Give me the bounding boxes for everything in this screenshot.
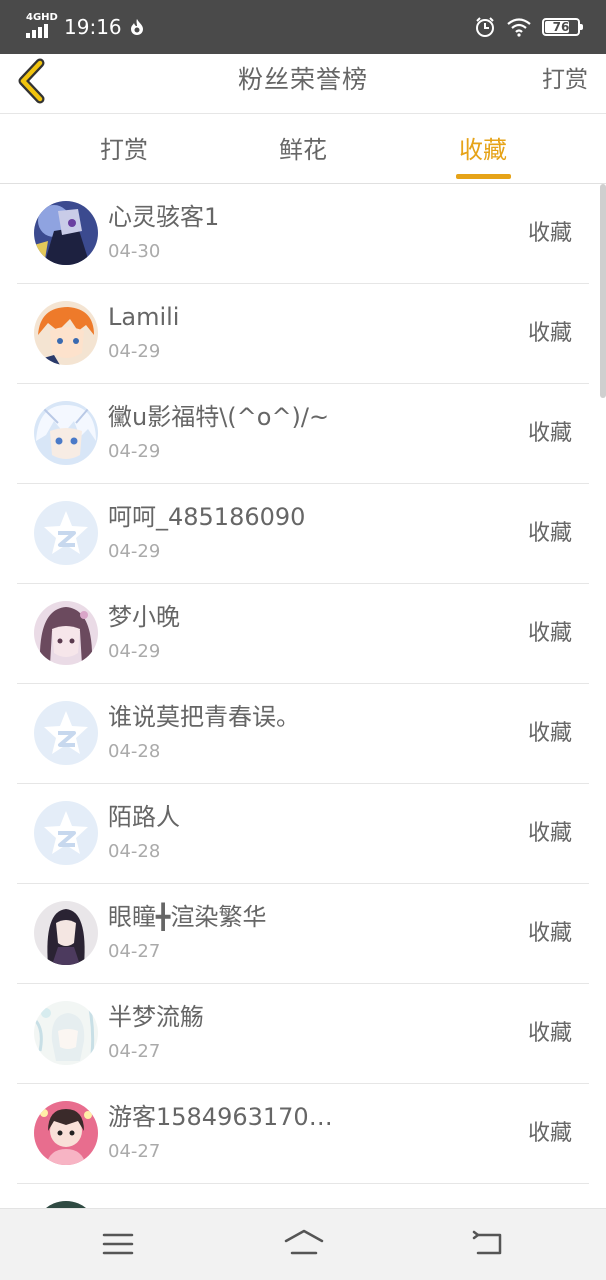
tab-bar: 打赏 鲜花 收藏 — [0, 114, 606, 184]
default-star-avatar[interactable] — [34, 801, 98, 865]
fan-date: 04-29 — [108, 441, 161, 462]
signal-icon: 4GHD — [26, 12, 58, 40]
pink-girl-avatar[interactable] — [34, 1101, 98, 1165]
fan-action: 收藏 — [527, 821, 572, 846]
list-item[interactable]: 半梦流觞 04-27 收藏 — [17, 984, 589, 1084]
fan-date: 04-29 — [108, 341, 161, 362]
list-item[interactable]: Lamili 04-29 收藏 — [17, 284, 589, 384]
list-item[interactable]: 呵呵_485186090 04-29 收藏 — [17, 484, 589, 584]
fan-date: 04-28 — [108, 841, 161, 862]
list-item[interactable]: 游客1584963170… 04-27 收藏 — [17, 1084, 589, 1184]
reward-button[interactable]: 打赏 — [542, 54, 588, 106]
status-time: 19:16 — [64, 15, 122, 39]
list-item[interactable]: 心灵骇客1 04-30 收藏 — [17, 184, 589, 284]
default-star-avatar[interactable] — [34, 701, 98, 765]
nav-bar: 粉丝荣誉榜 打赏 — [0, 54, 606, 114]
anime-orange-hair-avatar[interactable] — [34, 301, 98, 365]
pale-sketch-avatar[interactable] — [34, 1001, 98, 1065]
fan-date: 04-27 — [108, 1141, 161, 1162]
tab-active-indicator — [456, 174, 511, 179]
fan-list[interactable]: 心灵骇客1 04-30 收藏 Lamili 04-29 收藏 黴u影福特\(^o… — [0, 184, 606, 1208]
list-item[interactable] — [17, 1184, 589, 1208]
fan-action: 收藏 — [527, 1021, 572, 1046]
fan-action: 收藏 — [527, 721, 572, 746]
list-item[interactable]: 梦小晚 04-29 收藏 — [17, 584, 589, 684]
fan-name: 梦小晚 — [108, 603, 180, 631]
wifi-icon — [507, 18, 531, 37]
fan-name: 半梦流觞 — [108, 1003, 204, 1031]
fan-action: 收藏 — [527, 921, 572, 946]
fan-name: 黴u影福特\(^o^)/~ — [108, 403, 330, 431]
menu-icon[interactable] — [100, 1227, 136, 1261]
list-item[interactable]: 陌路人 04-28 收藏 — [17, 784, 589, 884]
fan-name: 心灵骇客1 — [108, 203, 220, 231]
fan-name: 游客1584963170… — [108, 1103, 333, 1131]
fan-name: 眼瞳╋渲染繁华 — [108, 903, 267, 931]
list-scrollbar[interactable] — [600, 184, 606, 398]
fan-date: 04-27 — [108, 1041, 161, 1062]
network-type: 4GHD — [26, 12, 58, 23]
fan-action: 收藏 — [527, 1121, 572, 1146]
anime-girl-avatar[interactable] — [34, 601, 98, 665]
status-bar: 4GHD 19:16 76 — [0, 0, 606, 54]
list-item[interactable]: 眼瞳╋渲染繁华 04-27 收藏 — [17, 884, 589, 984]
tab-flowers[interactable]: 鲜花 — [269, 114, 337, 184]
fan-name: Lamili — [108, 303, 180, 331]
fan-action: 收藏 — [527, 621, 572, 646]
system-nav-bar — [0, 1208, 606, 1280]
back-icon[interactable] — [470, 1227, 506, 1261]
status-left: 4GHD 19:16 — [26, 12, 144, 42]
fan-action: 收藏 — [527, 521, 572, 546]
fan-name: 呵呵_485186090 — [108, 503, 306, 531]
fan-action: 收藏 — [527, 321, 572, 346]
page-title: 粉丝荣誉榜 — [237, 65, 368, 94]
fan-action: 收藏 — [527, 421, 572, 446]
fan-date: 04-28 — [108, 741, 161, 762]
fan-date: 04-29 — [108, 541, 161, 562]
battery-icon: 76 — [542, 18, 583, 36]
anime-white-hair-avatar[interactable] — [34, 401, 98, 465]
partial-avatar[interactable] — [34, 1201, 98, 1208]
flame-icon — [130, 19, 143, 35]
home-icon[interactable] — [283, 1227, 325, 1261]
anime-robot-avatar[interactable] — [34, 201, 98, 265]
list-item[interactable]: 黴u影福特\(^o^)/~ 04-29 收藏 — [17, 384, 589, 484]
fan-name: 谁说莫把青春误。 — [108, 703, 300, 731]
fan-name: 陌路人 — [108, 803, 180, 831]
list-item[interactable]: 谁说莫把青春误。 04-28 收藏 — [17, 684, 589, 784]
fan-date: 04-29 — [108, 641, 161, 662]
status-right: 76 — [474, 12, 583, 42]
alarm-icon — [476, 17, 494, 37]
default-star-avatar[interactable] — [34, 501, 98, 565]
dark-hair-girl-avatar[interactable] — [34, 901, 98, 965]
fan-date: 04-30 — [108, 241, 161, 262]
fan-date: 04-27 — [108, 941, 161, 962]
tab-reward[interactable]: 打赏 — [90, 114, 158, 184]
fan-action: 收藏 — [527, 221, 572, 246]
battery-level: 76 — [552, 20, 570, 34]
